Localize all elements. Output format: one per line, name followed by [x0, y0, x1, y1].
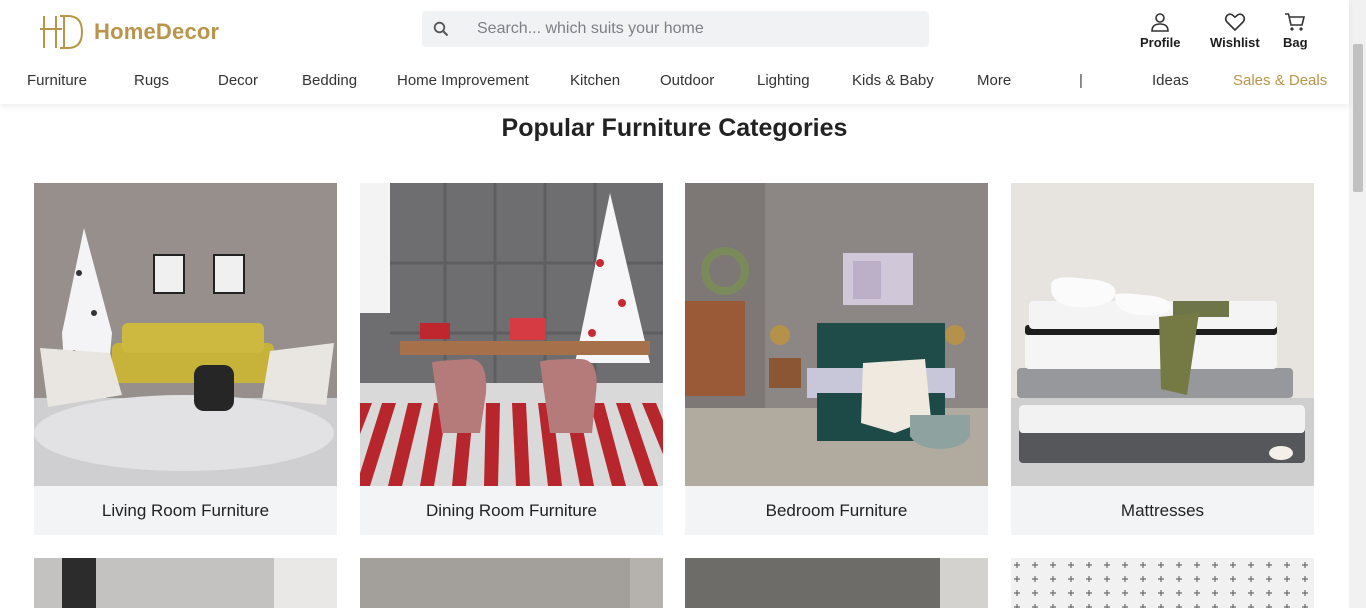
brand-name: HomeDecor — [94, 19, 220, 44]
category-label: Dining Room Furniture — [360, 486, 663, 535]
category-image-dining-room — [360, 183, 663, 486]
search-input[interactable] — [477, 20, 897, 38]
nav-item-decor[interactable]: Decor — [218, 72, 258, 89]
category-image-bedroom — [685, 183, 988, 486]
heart-icon — [1224, 13, 1245, 32]
profile-label: Profile — [1140, 35, 1181, 50]
category-label: Bedroom Furniture — [685, 486, 988, 535]
bag-label: Bag — [1283, 35, 1308, 50]
category-card-dining-room[interactable]: Dining Room Furniture — [360, 183, 663, 535]
category-card-row2-2[interactable] — [360, 558, 663, 608]
site-header: HomeDecor Profile Wishlist Bag Furniture… — [0, 0, 1349, 104]
category-image-row2-2 — [360, 558, 663, 608]
shopping-cart-icon — [1285, 13, 1306, 31]
brand-logo[interactable]: HomeDecor — [38, 12, 219, 52]
profile-button[interactable]: Profile — [1140, 12, 1180, 50]
wishlist-label: Wishlist — [1210, 35, 1260, 50]
search-bar — [422, 11, 929, 47]
category-image-row2-1 — [34, 558, 337, 608]
nav-item-furniture[interactable]: Furniture — [27, 72, 87, 89]
category-image-row2-4 — [1011, 558, 1314, 608]
category-label: Living Room Furniture — [34, 486, 337, 535]
category-image-living-room — [34, 183, 337, 486]
nav-separator: | — [1079, 72, 1083, 89]
category-card-row2-1[interactable] — [34, 558, 337, 608]
category-card-row2-3[interactable] — [685, 558, 988, 608]
section-title: Popular Furniture Categories — [501, 114, 848, 142]
nav-item-rugs[interactable]: Rugs — [134, 72, 169, 89]
page-scrollbar[interactable] — [1349, 0, 1366, 608]
nav-item-ideas[interactable]: Ideas — [1152, 72, 1189, 89]
nav-item-sales-deals[interactable]: Sales & Deals — [1233, 72, 1327, 89]
category-card-living-room[interactable]: Living Room Furniture — [34, 183, 337, 535]
nav-item-kids-baby[interactable]: Kids & Baby — [852, 72, 934, 89]
wishlist-button[interactable]: Wishlist — [1210, 12, 1260, 50]
logo-mark-icon — [40, 15, 84, 49]
category-image-mattresses — [1011, 183, 1314, 486]
main-nav: Furniture Rugs Decor Bedding Home Improv… — [0, 72, 1349, 94]
scrollbar-thumb[interactable] — [1353, 44, 1363, 192]
category-card-row2-4[interactable] — [1011, 558, 1314, 608]
bag-button[interactable]: Bag — [1283, 12, 1308, 50]
nav-item-home-improvement[interactable]: Home Improvement — [397, 72, 529, 89]
search-icon[interactable] — [433, 21, 449, 37]
nav-item-bedding[interactable]: Bedding — [302, 72, 357, 89]
category-label: Mattresses — [1011, 486, 1314, 535]
nav-item-kitchen[interactable]: Kitchen — [570, 72, 620, 89]
nav-item-outdoor[interactable]: Outdoor — [660, 72, 714, 89]
user-icon — [1151, 13, 1170, 32]
nav-item-lighting[interactable]: Lighting — [757, 72, 810, 89]
category-card-mattresses[interactable]: Mattresses — [1011, 183, 1314, 535]
nav-item-more[interactable]: More — [977, 72, 1011, 89]
category-card-bedroom[interactable]: Bedroom Furniture — [685, 183, 988, 535]
category-image-row2-3 — [685, 558, 988, 608]
